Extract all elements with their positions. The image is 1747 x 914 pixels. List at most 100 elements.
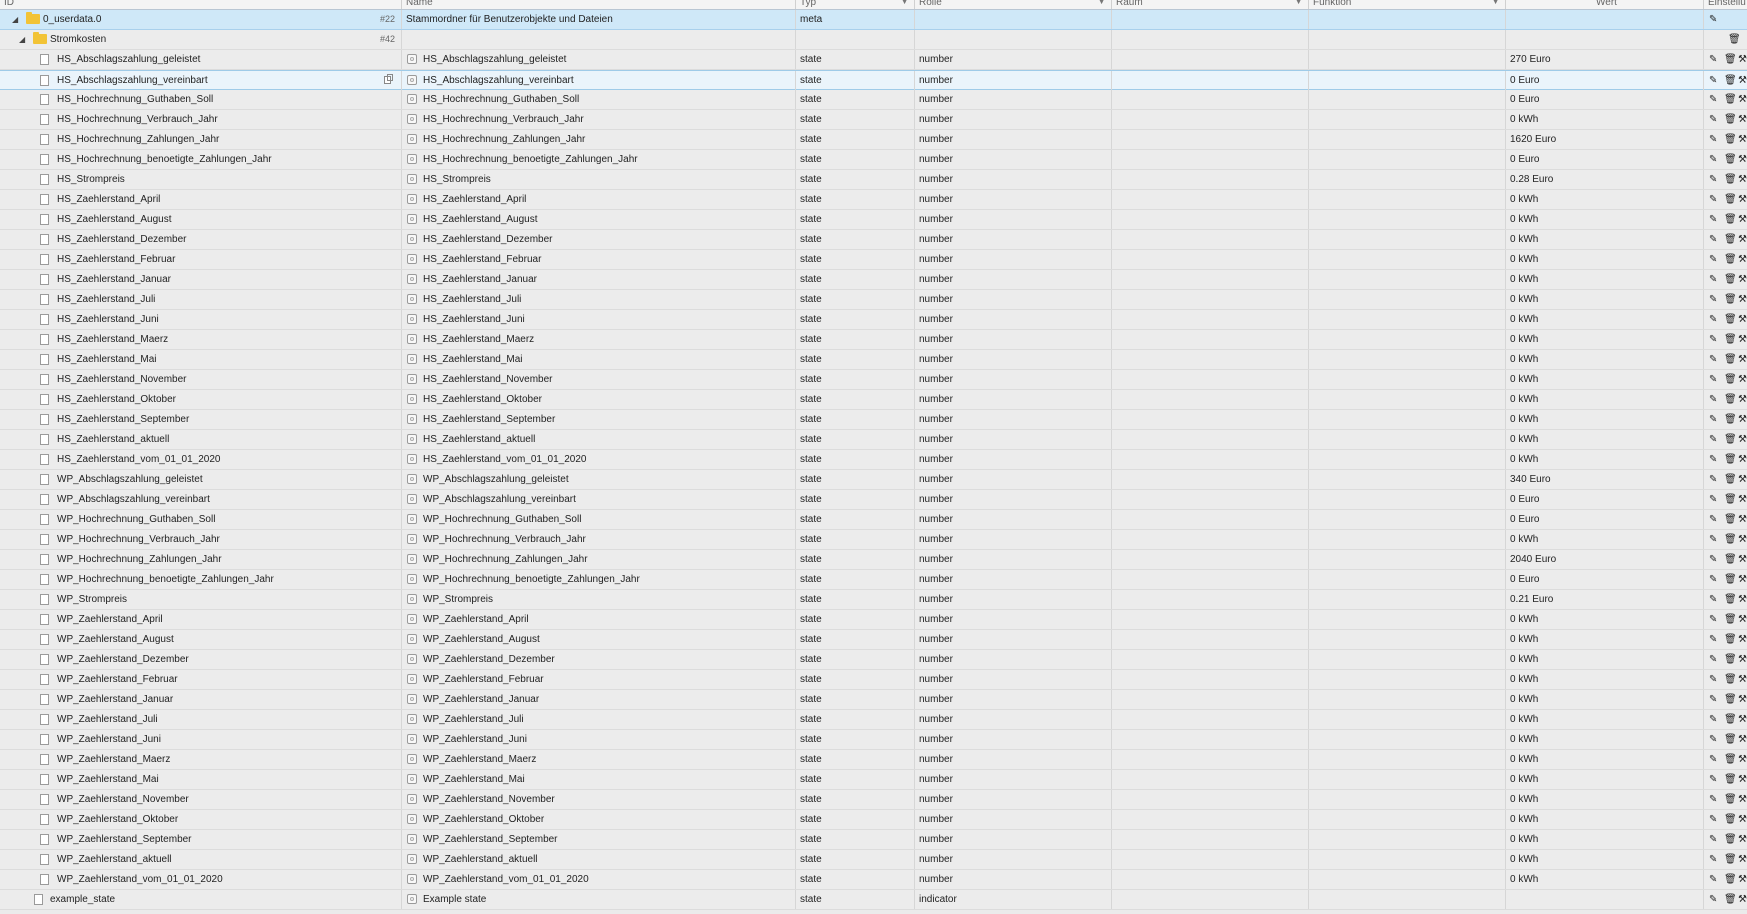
wrench-icon[interactable]: ⚒ bbox=[1738, 550, 1747, 569]
trash-icon[interactable]: 🗑 bbox=[1724, 290, 1737, 309]
tree-row-state[interactable]: HS_Zaehlerstand_August HS_Zaehlerstand_Au… bbox=[0, 210, 1747, 230]
wert-cell[interactable]: 0 kWh bbox=[1506, 790, 1704, 809]
wrench-icon[interactable]: ⚒ bbox=[1738, 890, 1747, 909]
wrench-icon[interactable]: ⚒ bbox=[1738, 810, 1747, 829]
tree-row-state[interactable]: HS_Zaehlerstand_Mai HS_Zaehlerstand_Mai st… bbox=[0, 350, 1747, 370]
pencil-icon[interactable]: ✎ bbox=[1709, 550, 1717, 569]
wert-cell[interactable]: 0 kWh bbox=[1506, 330, 1704, 349]
tree-row-state[interactable]: HS_Hochrechnung_benoetigte_Zahlungen_Jah… bbox=[0, 150, 1747, 170]
pencil-icon[interactable]: ✎ bbox=[1709, 790, 1717, 809]
wrench-icon[interactable]: ⚒ bbox=[1738, 370, 1747, 389]
pencil-icon[interactable]: ✎ bbox=[1709, 130, 1717, 149]
wert-cell[interactable]: 0 kWh bbox=[1506, 730, 1704, 749]
wrench-icon[interactable]: ⚒ bbox=[1738, 610, 1747, 629]
pencil-icon[interactable]: ✎ bbox=[1709, 390, 1717, 409]
trash-icon[interactable]: 🗑 bbox=[1724, 870, 1737, 889]
pencil-icon[interactable]: ✎ bbox=[1709, 250, 1717, 269]
pencil-icon[interactable]: ✎ bbox=[1709, 530, 1717, 549]
wrench-icon[interactable]: ⚒ bbox=[1738, 230, 1747, 249]
tree-row-state[interactable]: WP_Abschlagszahlung_vereinbart WP_Abschla… bbox=[0, 490, 1747, 510]
chevron-down-icon[interactable]: ▼ bbox=[1098, 0, 1105, 9]
trash-icon[interactable]: 🗑 bbox=[1724, 90, 1737, 109]
wert-cell[interactable]: 0 Euro bbox=[1506, 150, 1704, 169]
wert-cell[interactable]: 0 Euro bbox=[1506, 490, 1704, 509]
wert-cell[interactable]: 0 kWh bbox=[1506, 210, 1704, 229]
wrench-icon[interactable]: ⚒ bbox=[1738, 590, 1747, 609]
wrench-icon[interactable]: ⚒ bbox=[1738, 470, 1747, 489]
column-header-raum[interactable]: Raum ▼ bbox=[1112, 0, 1309, 9]
pencil-icon[interactable]: ✎ bbox=[1709, 330, 1717, 349]
wrench-icon[interactable]: ⚒ bbox=[1738, 330, 1747, 349]
wrench-icon[interactable]: ⚒ bbox=[1738, 290, 1747, 309]
tree-row-state[interactable]: WP_Hochrechnung_Verbrauch_Jahr WP_Hochrec… bbox=[0, 530, 1747, 550]
wert-cell[interactable]: 0 kWh bbox=[1506, 450, 1704, 469]
pencil-icon[interactable]: ✎ bbox=[1709, 190, 1717, 209]
trash-icon[interactable]: 🗑 bbox=[1724, 270, 1737, 289]
trash-icon[interactable]: 🗑 bbox=[1724, 630, 1737, 649]
wrench-icon[interactable]: ⚒ bbox=[1738, 190, 1747, 209]
tree-row-state[interactable]: HS_Abschlagszahlung_vereinbart HS_Abschla… bbox=[0, 70, 1747, 90]
pencil-icon[interactable]: ✎ bbox=[1709, 170, 1717, 189]
wrench-icon[interactable]: ⚒ bbox=[1738, 770, 1747, 789]
tree-row-state[interactable]: WP_Strompreis WP_Strompreis state number 0.2… bbox=[0, 590, 1747, 610]
tree-row-state[interactable]: WP_Zaehlerstand_November WP_Zaehlerstand_… bbox=[0, 790, 1747, 810]
tree-row-example-state[interactable]: example_state Example state state indica… bbox=[0, 890, 1747, 910]
wrench-icon[interactable]: ⚒ bbox=[1738, 850, 1747, 869]
trash-icon[interactable]: 🗑 bbox=[1724, 830, 1737, 849]
trash-icon[interactable]: 🗑 bbox=[1724, 690, 1737, 709]
wrench-icon[interactable]: ⚒ bbox=[1738, 670, 1747, 689]
wert-cell[interactable]: 1620 Euro bbox=[1506, 130, 1704, 149]
wert-cell[interactable]: 0 kWh bbox=[1506, 270, 1704, 289]
trash-icon[interactable]: 🗑 bbox=[1724, 670, 1737, 689]
wrench-icon[interactable]: ⚒ bbox=[1738, 50, 1747, 69]
wrench-icon[interactable]: ⚒ bbox=[1738, 71, 1747, 90]
trash-icon[interactable]: 🗑 bbox=[1724, 110, 1737, 129]
wert-cell[interactable]: 0 kWh bbox=[1506, 710, 1704, 729]
tree-row-state[interactable]: HS_Zaehlerstand_Juli HS_Zaehlerstand_Juli… bbox=[0, 290, 1747, 310]
column-header-funktion[interactable]: Funktion ▼ bbox=[1309, 0, 1506, 9]
tree-row-state[interactable]: WP_Zaehlerstand_Maerz WP_Zaehlerstand_Mae… bbox=[0, 750, 1747, 770]
tree-row-state[interactable]: HS_Zaehlerstand_Februar HS_Zaehlerstand_F… bbox=[0, 250, 1747, 270]
pencil-icon[interactable]: ✎ bbox=[1709, 630, 1717, 649]
trash-icon[interactable]: 🗑 bbox=[1724, 790, 1737, 809]
tree-row-folder[interactable]: ◢ Stromkosten #42 🗑 bbox=[0, 30, 1747, 50]
pencil-icon[interactable]: ✎ bbox=[1709, 510, 1717, 529]
column-header-id[interactable]: ID bbox=[0, 0, 402, 9]
pencil-icon[interactable]: ✎ bbox=[1709, 610, 1717, 629]
tree-row-state[interactable]: HS_Zaehlerstand_April HS_Zaehlerstand_Apr… bbox=[0, 190, 1747, 210]
tree-row-state[interactable]: HS_Zaehlerstand_aktuell HS_Zaehlerstand_a… bbox=[0, 430, 1747, 450]
tree-row-state[interactable]: WP_Hochrechnung_Guthaben_Soll WP_Hochrech… bbox=[0, 510, 1747, 530]
pencil-icon[interactable]: ✎ bbox=[1709, 290, 1717, 309]
trash-icon[interactable]: 🗑 bbox=[1724, 650, 1737, 669]
pencil-icon[interactable]: ✎ bbox=[1709, 370, 1717, 389]
pencil-icon[interactable]: ✎ bbox=[1709, 490, 1717, 509]
tree-row-state[interactable]: WP_Zaehlerstand_Mai WP_Zaehlerstand_Mai st… bbox=[0, 770, 1747, 790]
wert-cell[interactable]: 0 kWh bbox=[1506, 350, 1704, 369]
tree-row-state[interactable]: HS_Strompreis HS_Strompreis state number 0.2… bbox=[0, 170, 1747, 190]
pencil-icon[interactable]: ✎ bbox=[1709, 230, 1717, 249]
wert-cell[interactable]: 0 kWh bbox=[1506, 630, 1704, 649]
tree-row-state[interactable]: WP_Hochrechnung_benoetigte_Zahlungen_Jah… bbox=[0, 570, 1747, 590]
trash-icon[interactable]: 🗑 bbox=[1724, 730, 1737, 749]
pencil-icon[interactable]: ✎ bbox=[1709, 410, 1717, 429]
wrench-icon[interactable]: ⚒ bbox=[1738, 410, 1747, 429]
tree-row-state[interactable]: HS_Abschlagszahlung_geleistet HS_Abschlag… bbox=[0, 50, 1747, 70]
trash-icon[interactable]: 🗑 bbox=[1724, 170, 1737, 189]
wrench-icon[interactable]: ⚒ bbox=[1738, 450, 1747, 469]
wert-cell[interactable]: 0 kWh bbox=[1506, 190, 1704, 209]
triangle-down-icon[interactable]: ◢ bbox=[12, 10, 18, 29]
tree-row-state[interactable]: WP_Zaehlerstand_August WP_Zaehlerstand_Au… bbox=[0, 630, 1747, 650]
tree-row-state[interactable]: WP_Zaehlerstand_September WP_Zaehlerstand… bbox=[0, 830, 1747, 850]
pencil-icon[interactable]: ✎ bbox=[1709, 730, 1717, 749]
wert-cell[interactable]: 0 kWh bbox=[1506, 250, 1704, 269]
wert-cell[interactable]: 0 kWh bbox=[1506, 670, 1704, 689]
trash-icon[interactable]: 🗑 bbox=[1724, 150, 1737, 169]
tree-row-state[interactable]: HS_Hochrechnung_Zahlungen_Jahr HS_Hochrec… bbox=[0, 130, 1747, 150]
tree-row-state[interactable]: HS_Hochrechnung_Guthaben_Soll HS_Hochrech… bbox=[0, 90, 1747, 110]
wrench-icon[interactable]: ⚒ bbox=[1738, 830, 1747, 849]
tree-row-state[interactable]: WP_Zaehlerstand_Oktober WP_Zaehlerstand_O… bbox=[0, 810, 1747, 830]
wrench-icon[interactable]: ⚒ bbox=[1738, 730, 1747, 749]
wert-cell[interactable]: 0 kWh bbox=[1506, 530, 1704, 549]
tree-row-state[interactable]: HS_Zaehlerstand_Maerz HS_Zaehlerstand_Mae… bbox=[0, 330, 1747, 350]
wrench-icon[interactable]: ⚒ bbox=[1738, 710, 1747, 729]
